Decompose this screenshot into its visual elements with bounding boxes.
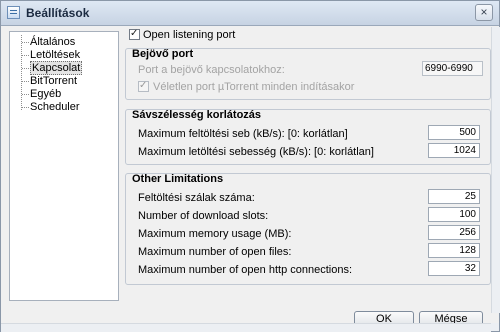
sidebar-item-bittorrent[interactable]: BitTorrent bbox=[20, 75, 77, 87]
sidebar-item-general[interactable]: Általános bbox=[20, 36, 75, 48]
incoming-port-group: Bejövő port Port a bejövő kapcsolatokhoz… bbox=[125, 48, 491, 100]
settings-category-tree: Általános Letöltések Kapcsolat BitTorren… bbox=[9, 31, 119, 301]
title-bar: Beállítások × bbox=[1, 1, 499, 26]
settings-window: Beállítások × Általános Letöltések Kapcs… bbox=[0, 0, 500, 332]
settings-window-icon bbox=[7, 6, 20, 19]
resize-grip[interactable] bbox=[491, 323, 499, 331]
random-port-label: Véletlen port µTorrent minden indításako… bbox=[153, 81, 355, 93]
open-files-label: Maximum number of open files: bbox=[138, 246, 292, 258]
sidebar-item-scheduler[interactable]: Scheduler bbox=[20, 101, 80, 113]
open-listening-port-checkbox[interactable] bbox=[129, 28, 140, 40]
sidebar-item-other[interactable]: Egyéb bbox=[20, 88, 61, 100]
max-download-input[interactable]: 1024 bbox=[428, 143, 480, 158]
close-button[interactable]: × bbox=[475, 4, 493, 21]
upload-slots-label: Feltöltési szálak száma: bbox=[138, 192, 255, 204]
download-slots-input[interactable]: 100 bbox=[428, 207, 480, 222]
open-files-input[interactable]: 128 bbox=[428, 243, 480, 258]
max-upload-label: Maximum feltöltési seb (kB/s): [0: korlá… bbox=[138, 128, 348, 140]
horizontal-scrollbar[interactable] bbox=[1, 323, 491, 332]
download-slots-label: Number of download slots: bbox=[138, 210, 269, 222]
http-connections-input[interactable]: 32 bbox=[428, 261, 480, 276]
http-connections-label: Maximum number of open http connections: bbox=[138, 264, 353, 276]
other-limitations-group-title: Other Limitations bbox=[132, 173, 224, 185]
incoming-port-group-title: Bejövő port bbox=[132, 48, 194, 60]
other-limitations-group: Other Limitations Feltöltési szálak szám… bbox=[125, 173, 491, 285]
bandwidth-group-title: Sávszélesség korlátozás bbox=[132, 109, 262, 121]
port-label: Port a bejövő kapcsolatokhoz: bbox=[138, 64, 285, 76]
memory-usage-label: Maximum memory usage (MB): bbox=[138, 228, 292, 240]
bandwidth-group: Sávszélesség korlátozás Maximum feltölté… bbox=[125, 109, 491, 165]
memory-usage-input[interactable]: 256 bbox=[428, 225, 480, 240]
port-input[interactable]: 6990-6990 bbox=[422, 61, 483, 76]
sidebar-item-connection[interactable]: Kapcsolat bbox=[20, 61, 83, 75]
window-title: Beállítások bbox=[26, 6, 90, 20]
upload-slots-input[interactable]: 25 bbox=[428, 189, 480, 204]
sidebar-item-downloads[interactable]: Letöltések bbox=[20, 49, 80, 61]
vertical-scrollbar[interactable] bbox=[491, 27, 500, 313]
max-download-label: Maximum letöltési sebesség (kB/s): [0: k… bbox=[138, 146, 374, 158]
max-upload-input[interactable]: 500 bbox=[428, 125, 480, 140]
open-listening-port-label: Open listening port bbox=[143, 29, 236, 41]
random-port-checkbox[interactable] bbox=[138, 80, 149, 92]
